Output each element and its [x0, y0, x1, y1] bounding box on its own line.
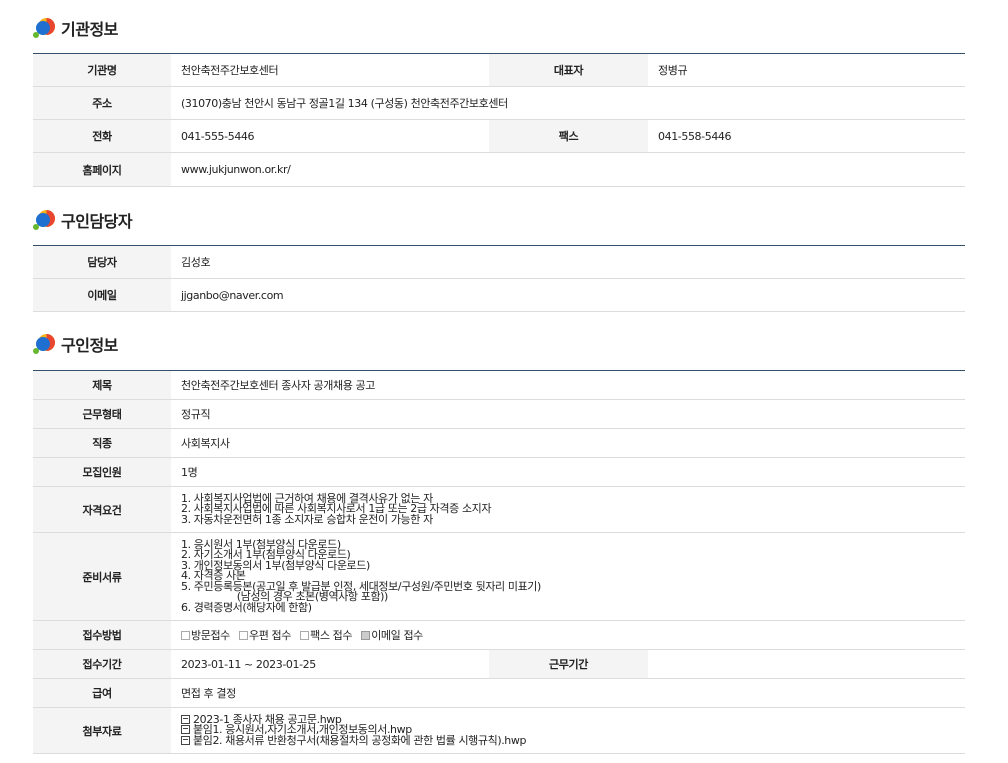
org-name-label: 기관명: [33, 53, 171, 87]
table-row: 기관명 천안축전주간보호센터 대표자 정병규: [33, 53, 965, 87]
period-value: 2023-01-11 ~ 2023-01-25: [171, 649, 489, 679]
method-label: 접수방법: [33, 620, 171, 650]
workperiod-label: 근무기간: [489, 649, 648, 679]
table-row: 첨부자료 2023-1 종사자 채용 공고문.hwp 붙임1. 응시원서,자기소…: [33, 707, 966, 754]
method-email: 이메일 접수: [361, 629, 423, 642]
manager-label: 담당자: [33, 245, 171, 279]
org-section-heading: 기관정보: [33, 16, 118, 40]
table-row: 준비서류 1. 응시원서 1부(첨부양식 다운로드) 2. 자기소개서 1부(첨…: [33, 532, 966, 621]
method-visit: 방문접수: [181, 629, 230, 642]
pay-value: 면접 후 결정: [171, 678, 966, 708]
contact-section-heading: 구인담당자: [33, 208, 133, 232]
checked-checkbox-icon: [361, 631, 371, 640]
rep-value: 정병규: [648, 53, 965, 87]
method-fax: 팩스 접수: [300, 629, 352, 642]
jobtype-value: 사회복지사: [171, 428, 966, 458]
job-info-table: 제목 천안축전주간보호센터 종사자 공개채용 공고 근무형태 정규직 직종 사회…: [33, 370, 966, 754]
table-row: 급여 면접 후 결정: [33, 678, 966, 708]
table-row: 자격요건 1. 사회복지사업법에 근거하여 채용에 결격사유가 없는 자 2. …: [33, 486, 966, 533]
jobtype-label: 직종: [33, 428, 171, 458]
job-section-title: 구인정보: [61, 336, 118, 355]
worktype-value: 정규직: [171, 399, 966, 429]
document-line: 3. 개인정보동의서 1부(첨부양식 다운로드): [181, 558, 370, 572]
fax-label: 팩스: [489, 119, 648, 153]
fax-value: 041-558-5446: [648, 119, 965, 153]
qualification-value: 1. 사회복지사업법에 근거하여 채용에 결격사유가 없는 자 2. 사회복지사…: [171, 486, 966, 533]
workperiod-value: [648, 649, 966, 679]
headcount-label: 모집인원: [33, 457, 171, 487]
documents-label: 준비서류: [33, 532, 171, 621]
manager-value: 김성호: [171, 245, 965, 279]
table-row: 근무형태 정규직: [33, 399, 966, 429]
email-value: jjganbo@naver.com: [171, 278, 965, 312]
org-info-table: 기관명 천안축전주간보호센터 대표자 정병규 주소 (31070)충남 천안시 …: [33, 53, 965, 187]
document-line: 6. 경력증명서(해당자에 한함): [181, 600, 312, 614]
homepage-value: www.jukjunwon.or.kr/: [171, 152, 965, 187]
attachment-link[interactable]: 붙임2. 채용서류 반환청구서(채용절차의 공정화에 관한 법률 시행규칙).h…: [181, 735, 965, 747]
table-row: 전화 041-555-5446 팩스 041-558-5446: [33, 119, 965, 153]
attachments-value: 2023-1 종사자 채용 공고문.hwp 붙임1. 응시원서,자기소개서,개인…: [171, 707, 966, 754]
table-row: 이메일 jjganbo@naver.com: [33, 278, 965, 312]
address-label: 주소: [33, 86, 171, 120]
period-label: 접수기간: [33, 649, 171, 679]
job-section-heading: 구인정보: [33, 332, 118, 356]
table-row: 직종 사회복지사: [33, 428, 966, 458]
table-row: 홈페이지 www.jukjunwon.or.kr/: [33, 152, 965, 187]
phone-label: 전화: [33, 119, 171, 153]
subject-label: 제목: [33, 370, 171, 400]
attachments-label: 첨부자료: [33, 707, 171, 754]
qualification-line: 3. 자동차운전면허 1종 소지자로 승합차 운전이 가능한 자: [181, 512, 433, 526]
address-value: (31070)충남 천안시 동남구 정골1길 134 (구성동) 천안축전주간보…: [171, 86, 965, 120]
checkbox-icon: [300, 631, 310, 640]
org-name-value: 천안축전주간보호센터: [171, 53, 489, 87]
homepage-label: 홈페이지: [33, 152, 171, 187]
section-bullet-icon: [33, 16, 57, 40]
section-bullet-icon: [33, 332, 57, 356]
checkbox-icon: [239, 631, 248, 640]
headcount-value: 1명: [171, 457, 966, 487]
checkbox-icon: [181, 631, 190, 640]
contact-section-title: 구인담당자: [61, 212, 133, 231]
rep-label: 대표자: [489, 53, 648, 87]
pay-label: 급여: [33, 678, 171, 708]
table-row: 제목 천안축전주간보호센터 종사자 공개채용 공고: [33, 370, 966, 400]
phone-value: 041-555-5446: [171, 119, 489, 153]
table-row: 모집인원 1명: [33, 457, 966, 487]
worktype-label: 근무형태: [33, 399, 171, 429]
table-row: 담당자 김성호: [33, 245, 965, 279]
download-file-icon: [181, 735, 190, 745]
org-section-title: 기관정보: [61, 20, 118, 39]
email-label: 이메일: [33, 278, 171, 312]
method-options: 방문접수 우편 접수 팩스 접수 이메일 접수: [171, 620, 966, 650]
section-bullet-icon: [33, 208, 57, 232]
table-row: 주소 (31070)충남 천안시 동남구 정골1길 134 (구성동) 천안축전…: [33, 86, 965, 120]
download-file-icon: [181, 725, 190, 735]
method-post: 우편 접수: [239, 629, 291, 642]
documents-value: 1. 응시원서 1부(첨부양식 다운로드) 2. 자기소개서 1부(첨부양식 다…: [171, 532, 966, 621]
contact-info-table: 담당자 김성호 이메일 jjganbo@naver.com: [33, 245, 965, 312]
download-file-icon: [181, 714, 190, 724]
table-row: 접수기간 2023-01-11 ~ 2023-01-25 근무기간: [33, 649, 966, 679]
subject-value: 천안축전주간보호센터 종사자 공개채용 공고: [171, 370, 966, 400]
table-row: 접수방법 방문접수 우편 접수 팩스 접수 이메일 접수: [33, 620, 966, 650]
qualification-label: 자격요건: [33, 486, 171, 533]
